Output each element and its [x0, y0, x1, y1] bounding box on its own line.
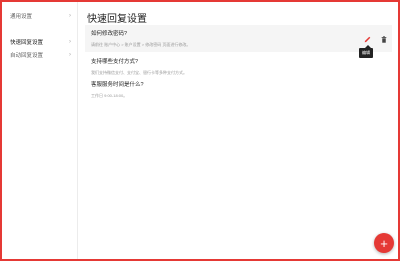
chevron-right-icon: › — [69, 39, 71, 45]
page-title: 快速回复设置 — [87, 14, 147, 25]
reply-question: 客服服务时间是什么? — [91, 82, 144, 88]
reply-item[interactable]: 如何修改密码? 请前往 账户中心 > 账户设置 > 修改密码 页面进行修改。 — [85, 25, 392, 52]
reply-item[interactable]: 客服服务时间是什么? 工作日 9:00-18:00。 — [85, 76, 392, 103]
edit-tooltip: 编辑 — [359, 45, 373, 58]
sidebar: 通用设置 › 快速回复设置 › 自动回复设置 › — [2, 2, 78, 259]
reply-question: 支持哪些支付方式? — [91, 59, 139, 65]
sidebar-item-general[interactable]: 通用设置 › — [2, 9, 77, 23]
pencil-icon — [364, 36, 370, 42]
trash-icon — [381, 35, 387, 43]
sidebar-item-auto-reply[interactable]: 自动回复设置 › — [2, 48, 77, 62]
add-reply-button[interactable]: + — [374, 233, 394, 253]
sidebar-item-quick-reply[interactable]: 快速回复设置 › — [2, 35, 77, 49]
main-content: 快速回复设置 如何修改密码? 请前往 账户中心 > 账户设置 > 修改密码 页面… — [79, 2, 398, 259]
edit-button[interactable] — [362, 34, 372, 44]
delete-button[interactable] — [379, 34, 389, 44]
sidebar-item-label: 通用设置 — [10, 14, 33, 20]
chevron-right-icon: › — [69, 52, 71, 58]
sidebar-item-label: 自动回复设置 — [10, 53, 44, 59]
chevron-right-icon: › — [69, 13, 71, 19]
reply-question: 如何修改密码? — [91, 31, 128, 37]
reply-answer: 请前往 账户中心 > 账户设置 > 修改密码 页面进行修改。 — [91, 42, 191, 47]
sidebar-item-label: 快速回复设置 — [10, 40, 44, 46]
reply-answer: 工作日 9:00-18:00。 — [91, 93, 128, 98]
